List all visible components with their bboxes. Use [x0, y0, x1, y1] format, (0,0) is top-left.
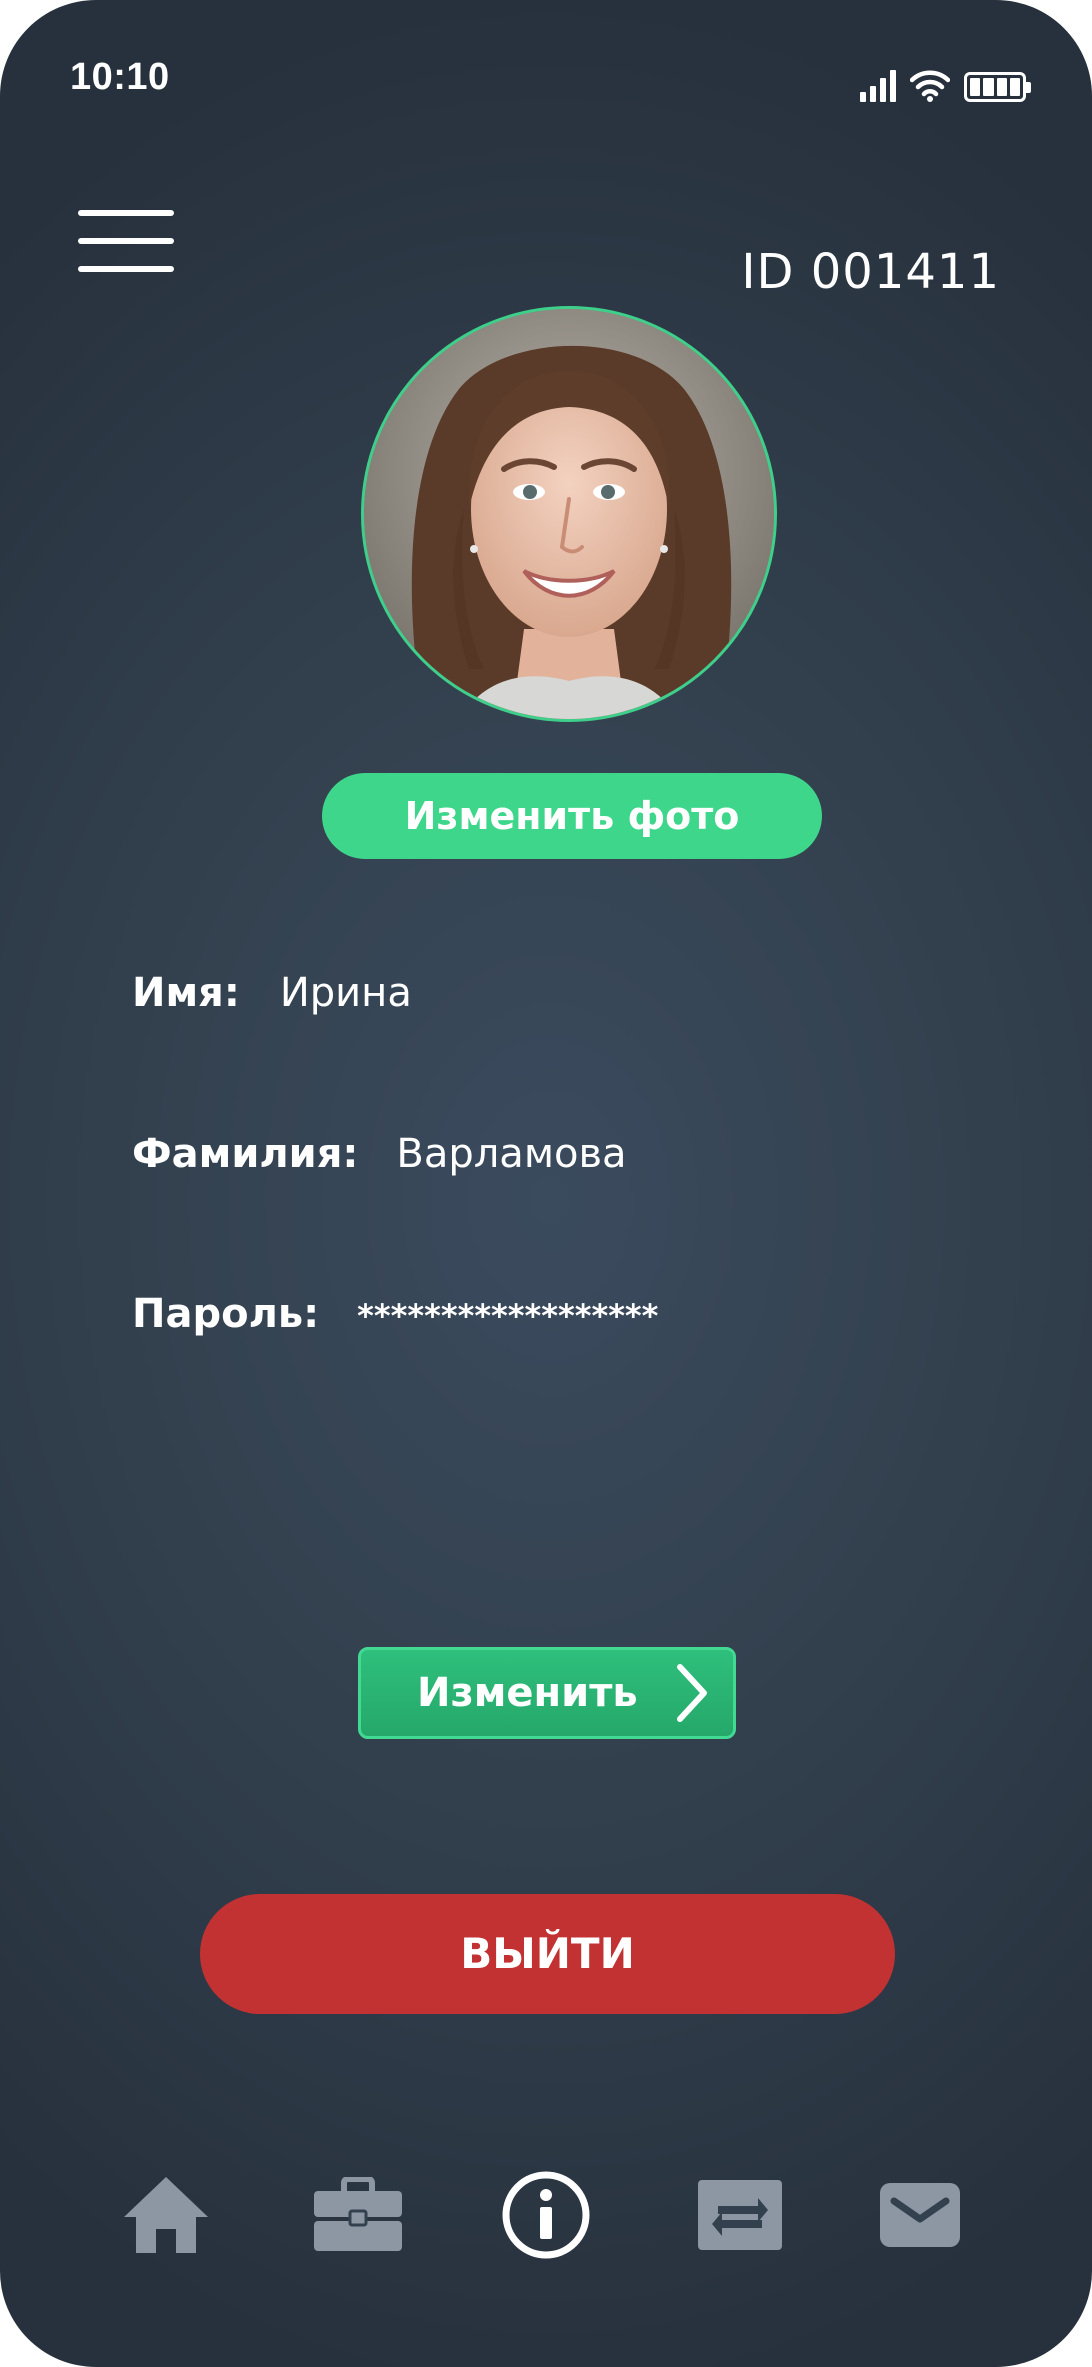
- user-id: ID 001411: [741, 244, 1000, 300]
- nav-info[interactable]: [496, 2160, 596, 2270]
- menu-icon[interactable]: [78, 210, 174, 272]
- password-label: Пароль:: [132, 1291, 320, 1337]
- nav-mail[interactable]: [870, 2160, 970, 2270]
- bottom-nav: [0, 2160, 1092, 2280]
- edit-button[interactable]: Изменить: [358, 1647, 736, 1739]
- status-icons: [860, 66, 1031, 102]
- change-photo-button[interactable]: Изменить фото: [322, 773, 822, 859]
- surname-field: Фамилия: Варламова: [132, 1131, 627, 1177]
- status-time: 10:10: [70, 56, 170, 98]
- profile-photo: [361, 306, 777, 722]
- signal-icon: [860, 66, 896, 102]
- nav-transfer[interactable]: [690, 2160, 790, 2270]
- transfer-icon: [698, 2180, 782, 2250]
- name-value: Ирина: [279, 970, 412, 1016]
- surname-label: Фамилия:: [132, 1131, 359, 1177]
- edit-button-label: Изменить: [417, 1670, 638, 1716]
- phone-screen: 10:10 ID 001411 Изменить фото Имя: Ирина…: [0, 0, 1092, 2367]
- password-field: Пароль: ******************: [132, 1291, 658, 1337]
- wifi-icon: [910, 70, 950, 102]
- battery-icon: [964, 72, 1031, 102]
- mail-icon: [880, 2183, 960, 2247]
- nav-briefcase[interactable]: [308, 2160, 408, 2270]
- name-field: Имя: Ирина: [132, 970, 412, 1016]
- surname-value: Варламова: [396, 1131, 627, 1177]
- name-label: Имя:: [132, 970, 240, 1016]
- info-icon: [502, 2171, 590, 2259]
- home-icon: [124, 2177, 208, 2253]
- chevron-right-icon: [676, 1664, 707, 1722]
- nav-home[interactable]: [116, 2160, 216, 2270]
- briefcase-icon: [314, 2177, 402, 2251]
- password-value: ******************: [357, 1297, 659, 1335]
- logout-button[interactable]: ВЫЙТИ: [200, 1894, 895, 2014]
